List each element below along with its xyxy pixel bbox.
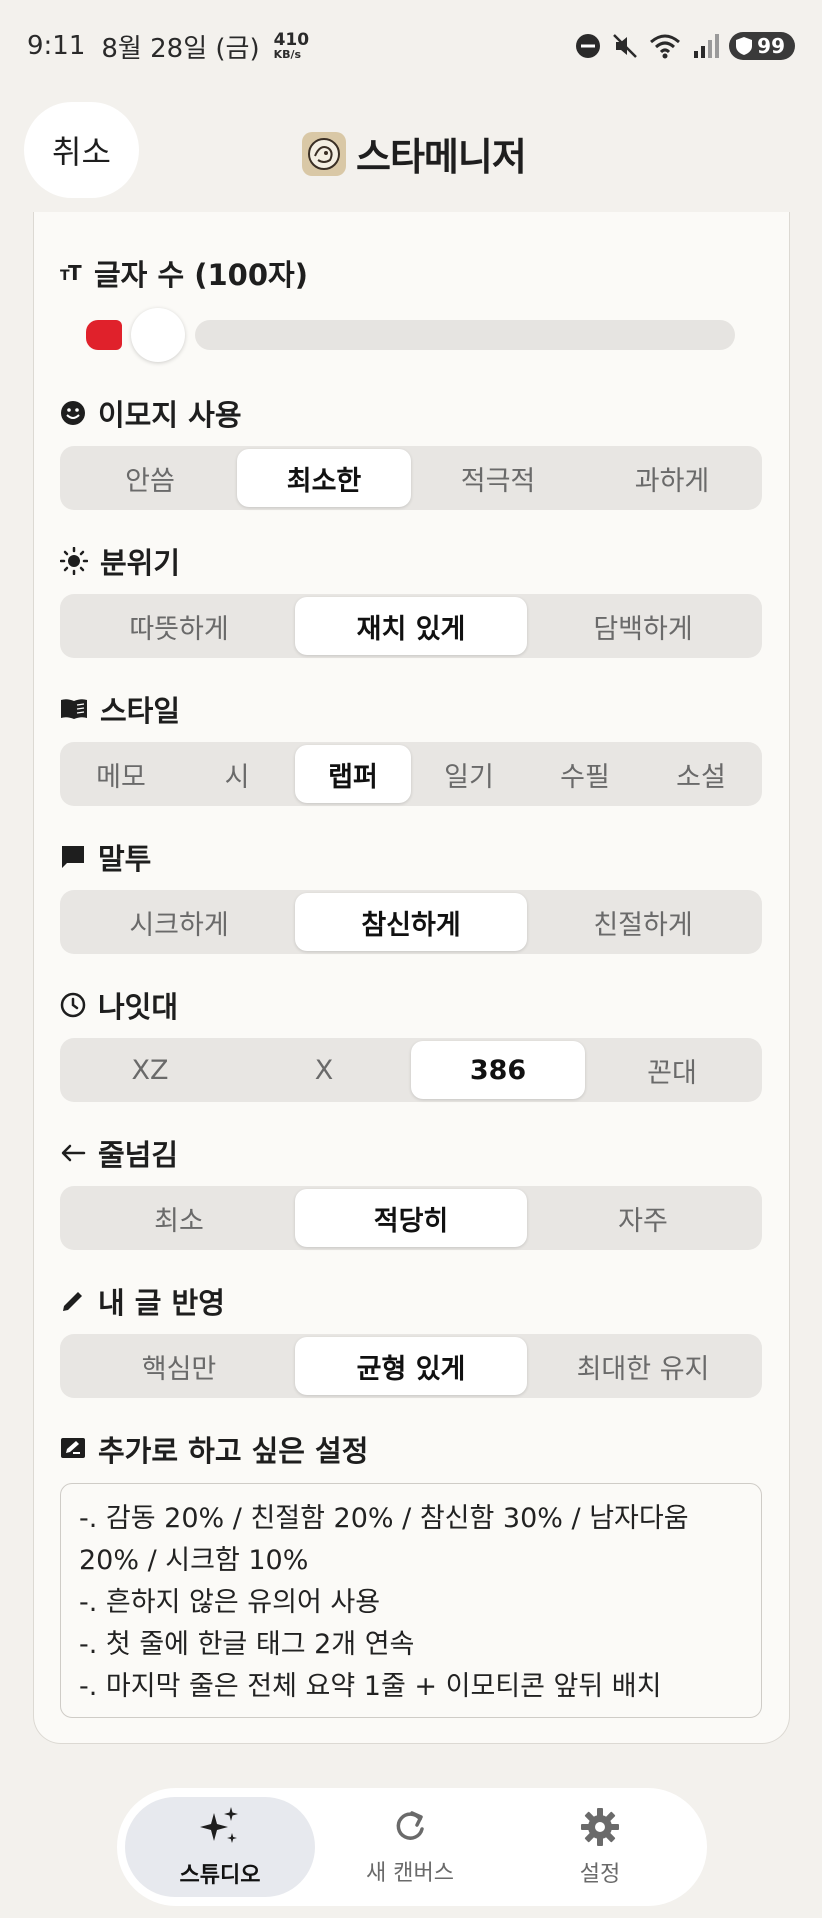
status-time: 9:11 (27, 31, 86, 61)
reflect-segment: 핵심만 균형 있게 최대한 유지 (60, 1334, 762, 1398)
chat-bubble-icon (62, 846, 84, 868)
emoji-label: 이모지 사용 (98, 398, 242, 432)
signal-icon (694, 34, 720, 58)
book-icon (61, 699, 87, 719)
reflect-option[interactable]: 핵심만 (63, 1337, 295, 1395)
edit-note-icon (61, 1438, 85, 1458)
emoji-option[interactable]: 적극적 (411, 449, 585, 507)
nav-new-canvas-label: 새 캔버스 (366, 1861, 454, 1886)
extra-line: -. 흔하지 않은 유의어 사용 (79, 1587, 381, 1618)
shield-icon (736, 37, 753, 55)
status-bar: 9:11 8월 28일 (금) 410 KB/s 99 (0, 0, 822, 92)
style-option[interactable]: 시 (179, 745, 295, 803)
sun-icon (60, 547, 88, 575)
net-speed: 410 KB/s (273, 30, 310, 61)
tone-option[interactable]: 시크하게 (63, 893, 295, 951)
wifi-icon (650, 34, 681, 59)
extra-label: 추가로 하고 싶은 설정 (98, 1434, 369, 1468)
sparkles-icon (200, 1807, 238, 1843)
char-count-label: 글자 수 (100자) (94, 258, 308, 292)
age-option[interactable]: XZ (63, 1041, 237, 1099)
age-label: 나잇대 (98, 990, 179, 1024)
svg-text:T: T (68, 262, 82, 284)
bottom-nav: 스튜디오 새 캔버스 설정 (117, 1788, 707, 1906)
reflect-title: 내 글 반영 (60, 1280, 225, 1322)
title-group: 스타메니저 (302, 126, 527, 181)
age-title: 나잇대 (60, 984, 178, 1026)
extra-line: -. 감동 20% / 친절함 20% / 참신함 30% / 남자다움 (79, 1503, 689, 1534)
tone-option[interactable]: 참신하게 (295, 893, 527, 951)
tone-title: 말투 (60, 836, 151, 878)
battery-level: 99 (757, 34, 785, 58)
emoji-title: 이모지 사용 (60, 392, 242, 434)
char-count-slider-fill (86, 320, 122, 350)
nav-settings[interactable]: 설정 (505, 1797, 695, 1897)
emoji-segment: 안씀 최소한 적극적 과하게 (60, 446, 762, 510)
linebreak-option[interactable]: 자주 (527, 1189, 759, 1247)
gear-icon (581, 1808, 619, 1846)
tone-option[interactable]: 친절하게 (527, 893, 759, 951)
clock-icon (60, 992, 86, 1018)
emoji-option[interactable]: 안씀 (63, 449, 237, 507)
net-speed-value: 410 (273, 30, 310, 50)
mood-option[interactable]: 따뜻하게 (63, 597, 295, 655)
style-label: 스타일 (100, 694, 181, 728)
text-size-icon: T T (60, 262, 82, 284)
age-segment: XZ X 386 꼰대 (60, 1038, 762, 1102)
mute-icon (613, 34, 638, 58)
nav-studio-label: 스튜디오 (179, 1863, 261, 1888)
reflect-label: 내 글 반영 (98, 1286, 225, 1320)
char-count-title: T T 글자 수 (100자) (60, 252, 308, 294)
style-option[interactable]: 소설 (643, 745, 759, 803)
linebreak-label: 줄넘김 (98, 1138, 179, 1172)
return-arrow-icon (61, 1144, 86, 1162)
style-option[interactable]: 수필 (527, 745, 643, 803)
nav-studio[interactable]: 스튜디오 (125, 1797, 315, 1897)
extra-line: 20% / 시크함 10% (79, 1545, 309, 1576)
do-not-disturb-icon (576, 34, 601, 58)
emoji-option[interactable]: 과하게 (585, 449, 759, 507)
char-count-slider-track[interactable] (195, 320, 735, 350)
smile-icon (61, 401, 85, 425)
page-title: 스타메니저 (356, 135, 527, 179)
age-option[interactable]: X (237, 1041, 411, 1099)
nav-new-canvas[interactable]: 새 캔버스 (315, 1797, 505, 1897)
linebreak-title: 줄넘김 (60, 1132, 178, 1174)
mood-label: 분위기 (100, 546, 181, 580)
net-speed-unit: KB/s (273, 48, 302, 61)
mood-option[interactable]: 담백하게 (527, 597, 759, 655)
status-date: 8월 28일 (금) (101, 33, 260, 64)
mood-option[interactable]: 재치 있게 (295, 597, 527, 655)
style-title: 스타일 (60, 688, 180, 730)
app-header: 취소 스타메니저 (0, 92, 822, 212)
age-option[interactable]: 386 (411, 1041, 585, 1099)
reflect-option[interactable]: 균형 있게 (295, 1337, 527, 1395)
tone-label: 말투 (98, 842, 152, 876)
extra-title: 추가로 하고 싶은 설정 (60, 1428, 368, 1470)
style-option[interactable]: 일기 (411, 745, 527, 803)
tone-segment: 시크하게 참신하게 친절하게 (60, 890, 762, 954)
style-option[interactable]: 메모 (63, 745, 179, 803)
nav-settings-label: 설정 (579, 1862, 621, 1887)
mood-title: 분위기 (60, 540, 180, 582)
age-option[interactable]: 꼰대 (585, 1041, 759, 1099)
extra-line: -. 첫 줄에 한글 태그 2개 연속 (79, 1629, 415, 1660)
style-segment: 메모 시 랩퍼 일기 수필 소설 (60, 742, 762, 806)
refresh-icon (396, 1811, 424, 1840)
pencil-icon (63, 1292, 82, 1311)
style-option[interactable]: 랩퍼 (295, 745, 411, 803)
extra-line: -. 마지막 줄은 전체 요약 1줄 + 이모티콘 앞뒤 배치 (79, 1671, 662, 1702)
reflect-option[interactable]: 최대한 유지 (527, 1337, 759, 1395)
cancel-button[interactable]: 취소 (24, 102, 139, 198)
app-logo-icon (302, 131, 346, 176)
status-icons: 99 (575, 32, 795, 60)
mood-segment: 따뜻하게 재치 있게 담백하게 (60, 594, 762, 658)
char-count-slider-thumb[interactable] (131, 308, 185, 362)
extra-settings-textarea[interactable]: -. 감동 20% / 친절함 20% / 참신함 30% / 남자다움 20%… (60, 1483, 762, 1718)
linebreak-option[interactable]: 최소 (63, 1189, 295, 1247)
emoji-option[interactable]: 최소한 (237, 449, 411, 507)
linebreak-segment: 최소 적당히 자주 (60, 1186, 762, 1250)
linebreak-option[interactable]: 적당히 (295, 1189, 527, 1247)
battery-indicator: 99 (729, 32, 795, 60)
